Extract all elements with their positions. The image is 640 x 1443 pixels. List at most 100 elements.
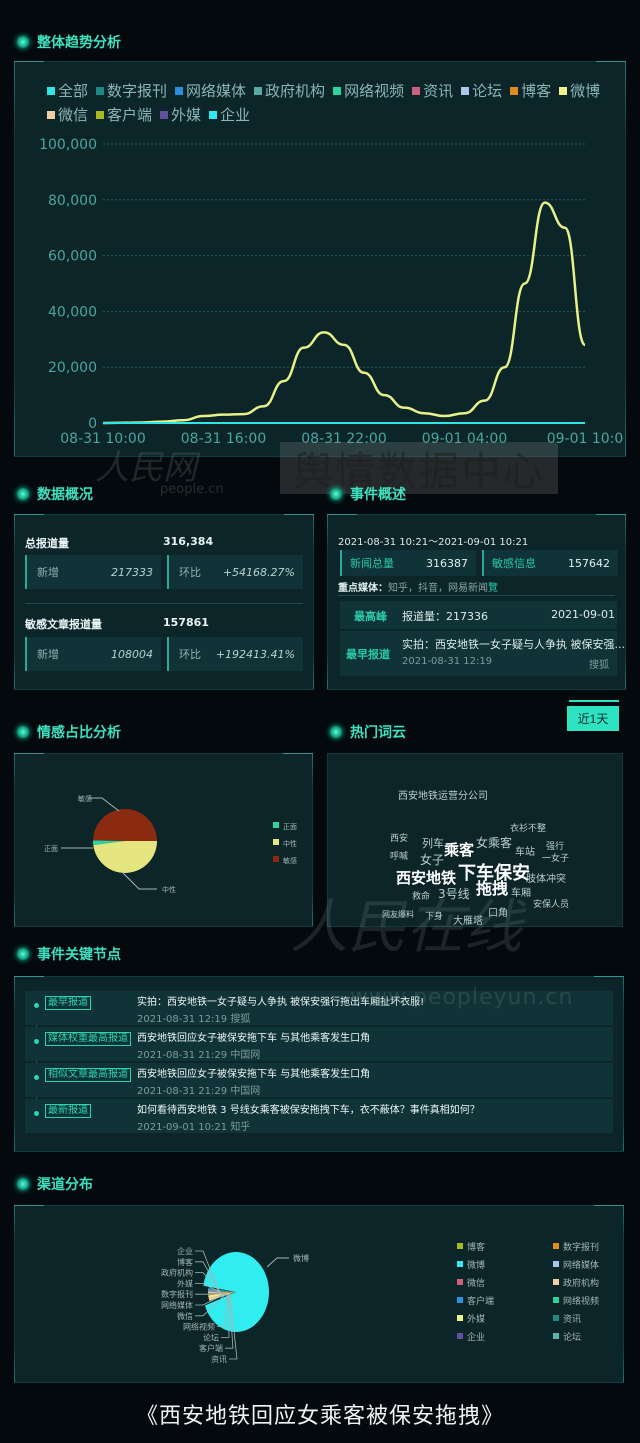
section-title-text: 情感占比分析 xyxy=(37,725,121,741)
pie-label-line xyxy=(122,872,157,890)
divider xyxy=(25,603,303,604)
wordcloud-word[interactable]: 女子 xyxy=(420,851,444,868)
legend-swatch-icon xyxy=(273,839,279,845)
event-summary-panel: 2021-08-31 10:21～2021-09-01 10:21 新闻总量 3… xyxy=(327,514,626,690)
key-node-tag: 最早报道 xyxy=(45,996,91,1010)
pie-label: 客户端 xyxy=(199,1343,223,1353)
key-node-time: 2021-08-31 12:19 xyxy=(137,1014,228,1025)
pie-label: 博客 xyxy=(177,1257,193,1267)
key-node-title[interactable]: 西安地铁回应女子被保安拖下车 与其他乘客发生口角 xyxy=(137,1065,370,1080)
pie-label: 论坛 xyxy=(203,1332,219,1342)
wordcloud-word[interactable]: 西安 xyxy=(390,831,408,844)
section-title-text: 事件概述 xyxy=(350,487,406,503)
trend-panel: 全部 数字报刊 网络媒体 政府机构 网络视频 资讯 论坛 博客 微博 微信 客户端 外媒 企业 0 20,… xyxy=(14,61,626,457)
sentiment-panel: 敏感 正面 中性 正面 中性 敏感 xyxy=(14,753,313,927)
pie-label: 企业 xyxy=(177,1246,193,1256)
section-title-event-summary: 事件概述 xyxy=(330,484,406,504)
legend-label: 敏感 xyxy=(283,856,297,865)
key-node-source: 搜狐 xyxy=(230,1014,251,1025)
total-ratio-value: +54168.27% xyxy=(222,565,295,579)
section-dot-icon xyxy=(17,488,29,500)
wordcloud-word[interactable]: 一女子 xyxy=(542,851,569,864)
key-node-item[interactable]: 最新报道 如何看待西安地铁 3 号线女乘客被保安拖拽下车，衣不蔽体？事件真相如何？… xyxy=(25,1099,613,1133)
x-tick-label: 09-01 10:0 xyxy=(547,431,624,447)
wordcloud-word[interactable]: 女乘客 xyxy=(476,834,512,851)
section-title-text: 事件关键节点 xyxy=(37,947,121,963)
legend-label: 企业 xyxy=(467,1331,485,1343)
key-node-title[interactable]: 如何看待西安地铁 3 号线女乘客被保安拖拽下车，衣不蔽体？事件真相如何？ xyxy=(137,1101,480,1116)
sensitive-info-box: 敏感信息 157642 xyxy=(482,550,618,576)
pie-label: 数字报刊 xyxy=(161,1289,193,1299)
wordcloud-word[interactable]: 列车 xyxy=(422,835,444,851)
peak-card: 最高峰 报道量：217336 2021-09-01 xyxy=(340,601,617,629)
key-media-value: 知乎，抖音，网易新闻 xyxy=(388,583,488,594)
legend-label: 客户端 xyxy=(467,1295,494,1307)
watermark-logo-sub: people.cn xyxy=(160,482,224,497)
legend-swatch-icon xyxy=(553,1297,559,1303)
y-tick-label: 40,000 xyxy=(48,304,97,320)
legend-label: 外媒 xyxy=(467,1313,485,1325)
legend-swatch-icon xyxy=(273,822,279,828)
legend-swatch-icon xyxy=(457,1333,463,1339)
wordcloud-word[interactable]: 车站 xyxy=(515,843,535,858)
sensitive-report-value: 157861 xyxy=(163,616,209,629)
total-report-row: 总报道量 316,384 xyxy=(25,535,303,551)
pie-label: 网络媒体 xyxy=(161,1300,193,1310)
legend-label: 政府机构 xyxy=(563,1277,599,1289)
pie-label: 资讯 xyxy=(211,1354,227,1364)
legend-label: 正面 xyxy=(283,823,297,831)
pie-label: 微信 xyxy=(177,1311,193,1321)
legend-label: 中性 xyxy=(283,839,297,848)
sensitive-new-value: 108004 xyxy=(111,647,153,661)
key-media-more[interactable]: 覽 xyxy=(488,583,498,594)
key-media-label: 重点媒体： xyxy=(338,583,388,594)
legend-swatch-icon xyxy=(553,1279,559,1285)
key-node-item[interactable]: 媒体权重最高报道 西安地铁回应女子被保安拖下车 与其他乘客发生口角 2021-08-… xyxy=(25,1027,613,1061)
legend-swatch-icon xyxy=(457,1261,463,1267)
watermark-data-center: 舆情数据中心 xyxy=(280,442,558,495)
section-title-wordcloud: 热门词云 xyxy=(330,722,406,742)
legend-label: 网络视频 xyxy=(563,1295,599,1307)
total-new-label: 新增 xyxy=(37,566,59,579)
section-dot-icon xyxy=(17,36,29,48)
wordcloud-word[interactable]: 肢体冲突 xyxy=(526,870,566,885)
key-node-time: 2021-08-31 21:29 xyxy=(137,1086,228,1097)
wordcloud-word[interactable]: 安保人员 xyxy=(533,897,569,910)
key-node-tag: 相似文章最高报道 xyxy=(45,1068,131,1082)
legend-label: 资讯 xyxy=(563,1314,581,1325)
timeline-dot-icon xyxy=(34,1003,39,1008)
y-tick-label: 100,000 xyxy=(39,137,97,153)
peak-date: 2021-09-01 xyxy=(551,608,615,621)
wordcloud-word[interactable]: 乘客 xyxy=(444,839,474,860)
wordcloud-word[interactable]: 呼喊 xyxy=(390,849,408,862)
total-ratio-label: 环比 xyxy=(179,566,201,579)
legend-label: 数字报刊 xyxy=(563,1241,599,1253)
key-node-title[interactable]: 西安地铁回应女子被保安拖下车 与其他乘客发生口角 xyxy=(137,1029,370,1044)
section-title-trend: 整体趋势分析 xyxy=(17,32,121,52)
wordcloud-word[interactable]: 西安地铁运营分公司 xyxy=(398,787,488,802)
pie-label: 微博 xyxy=(293,1253,309,1263)
section-dot-icon xyxy=(17,1178,29,1190)
channels-chart: 微博企业博客政府机构外媒数字报刊网络媒体微信网络视频论坛客户端资讯博客 数字报刊微… xyxy=(161,1241,599,1364)
earliest-card[interactable]: 最早报道 实拍：西安地铁一女子疑与人争执 被保安强... 2021-08-31 … xyxy=(340,631,625,676)
sensitive-new-label: 新增 xyxy=(37,648,59,661)
timeline-dot-icon xyxy=(34,1039,39,1044)
section-title-channels: 渠道分布 xyxy=(17,1174,93,1194)
key-node-item[interactable]: 相似文章最高报道 西安地铁回应女子被保安拖下车 与其他乘客发生口角 2021-08-… xyxy=(25,1063,613,1097)
y-tick-label: 0 xyxy=(88,416,97,432)
key-node-source: 知乎 xyxy=(230,1122,251,1133)
pie-label: 外媒 xyxy=(177,1278,193,1288)
legend-swatch-icon xyxy=(273,856,279,862)
news-total-value: 316387 xyxy=(426,556,468,570)
legend-swatch-icon xyxy=(457,1279,463,1285)
earliest-title[interactable]: 实拍：西安地铁一女子疑与人争执 被保安强... xyxy=(402,636,625,652)
range-1day-button[interactable]: 近1天 xyxy=(567,706,619,731)
pie-label: 政府机构 xyxy=(161,1268,193,1278)
section-title-overview: 数据概况 xyxy=(17,484,93,504)
legend-swatch-icon xyxy=(457,1315,463,1321)
earliest-time: 2021-08-31 12:19 xyxy=(402,656,493,667)
wordcloud-word[interactable]: 衣衫不整 xyxy=(510,821,546,834)
legend-swatch-icon xyxy=(457,1243,463,1249)
legend-swatch-icon xyxy=(553,1243,559,1249)
section-title-text: 整体趋势分析 xyxy=(37,35,121,51)
